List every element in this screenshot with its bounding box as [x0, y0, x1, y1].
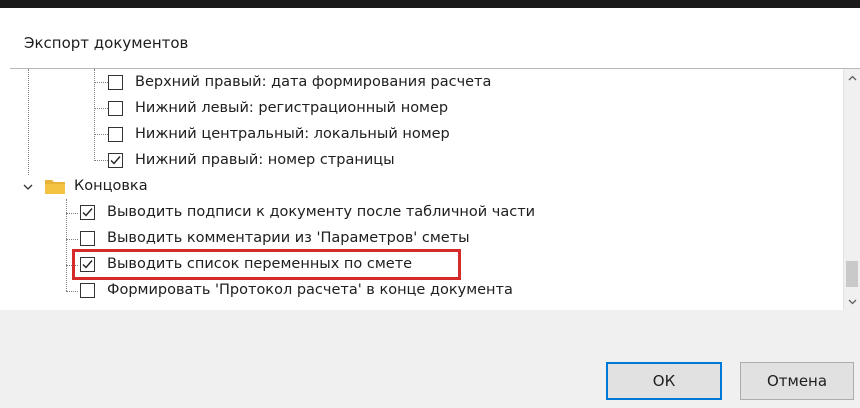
checkbox[interactable]: [108, 126, 123, 142]
tree-item-label: Нижний центральный: локальный номер: [135, 126, 450, 142]
options-tree[interactable]: Верхний правый: дата формирования расчет…: [10, 68, 860, 311]
tree-item[interactable]: Выводить комментарии из 'Параметров' сме…: [80, 225, 470, 251]
checkbox[interactable]: [108, 100, 123, 116]
checkbox[interactable]: [80, 230, 95, 246]
tree-line: [66, 213, 78, 214]
tree-item-label: Нижний левый: регистрационный номер: [135, 100, 449, 116]
checkbox-checked[interactable]: [108, 152, 123, 168]
dialog-title: Экспорт документов: [24, 34, 189, 52]
folder-icon: [44, 177, 66, 195]
tree-item-label: Выводить комментарии из 'Параметров' сме…: [107, 230, 470, 246]
tree-item[interactable]: Верхний правый: дата формирования расчет…: [108, 69, 491, 95]
scrollbar-thumb[interactable]: [846, 261, 858, 287]
cancel-button[interactable]: Отмена: [740, 362, 854, 400]
window-top-edge: [0, 0, 860, 8]
tree-item-label: Верхний правый: дата формирования расчет…: [135, 74, 492, 90]
tree-item[interactable]: Нижний правый: номер страницы: [108, 147, 395, 173]
ok-button[interactable]: ОК: [606, 362, 722, 400]
tree-line: [66, 291, 78, 292]
tree-folder[interactable]: Концовка: [44, 173, 148, 199]
checkbox[interactable]: [80, 282, 95, 298]
tree-item[interactable]: Нижний левый: регистрационный номер: [108, 95, 448, 121]
vertical-scrollbar[interactable]: [843, 69, 860, 310]
tree-item-label: Формировать 'Протокол расчета' в конце д…: [107, 282, 513, 298]
checkbox[interactable]: [108, 74, 123, 90]
scroll-up-icon[interactable]: [844, 69, 860, 86]
chevron-down-icon[interactable]: [22, 181, 34, 193]
checkbox-checked[interactable]: [80, 204, 95, 220]
tree-line: [94, 108, 108, 109]
tree-line: [94, 160, 108, 161]
tree-folder-label: Концовка: [74, 178, 148, 194]
checkmark-icon: [110, 155, 121, 165]
tree-item[interactable]: Выводить подписи к документу после табли…: [80, 199, 535, 225]
tree-line: [66, 239, 78, 240]
tree-item-label: Нижний правый: номер страницы: [135, 152, 395, 168]
tree-line: [94, 82, 108, 83]
checkmark-icon: [82, 207, 93, 217]
scroll-down-icon[interactable]: [844, 293, 860, 310]
tree-item-label: Выводить подписи к документу после табли…: [107, 204, 536, 220]
highlight-box: [72, 249, 461, 280]
tree-line: [94, 134, 108, 135]
tree-line: [28, 69, 29, 175]
tree-item[interactable]: Нижний центральный: локальный номер: [108, 121, 450, 147]
tree-item[interactable]: Формировать 'Протокол расчета' в конце д…: [80, 277, 513, 303]
dialog-footer: [0, 310, 860, 408]
